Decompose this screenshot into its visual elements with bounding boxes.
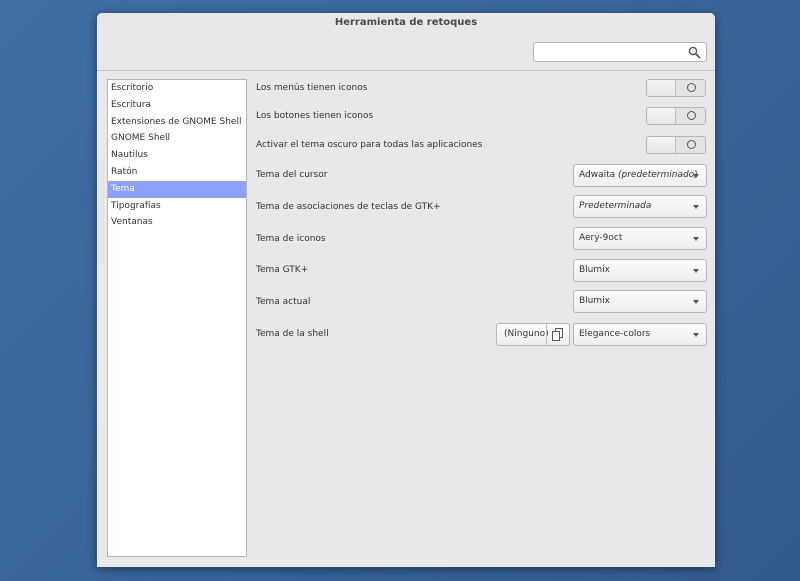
buttons-icons-switch[interactable] bbox=[646, 107, 706, 125]
shell-theme-none-group: (Ninguno) bbox=[496, 323, 570, 346]
keys-theme-combo[interactable]: Predeterminada bbox=[573, 195, 707, 218]
header-bar: Herramienta de retoques bbox=[97, 13, 715, 71]
menus-icons-switch[interactable] bbox=[646, 79, 706, 97]
gtk-theme-label: Tema GTK+ bbox=[256, 265, 309, 275]
gtk-theme-combo[interactable]: Blumix bbox=[573, 259, 707, 282]
category-sidebar: Escritorio Escritura Extensiones de GNOM… bbox=[107, 79, 247, 557]
tweak-tool-window: Herramienta de retoques Escritorio Escri… bbox=[97, 13, 715, 567]
chevron-down-icon bbox=[693, 174, 699, 178]
search-field[interactable] bbox=[533, 42, 707, 62]
shell-theme-none-label: (Ninguno) bbox=[504, 329, 549, 339]
search-icon[interactable] bbox=[688, 46, 701, 59]
shell-theme-label: Tema de la shell bbox=[256, 329, 329, 339]
chevron-down-icon bbox=[693, 300, 699, 304]
document-open-icon bbox=[552, 328, 563, 341]
sidebar-item-escritorio[interactable]: Escritorio bbox=[108, 80, 246, 97]
sidebar-item-raton[interactable]: Ratón bbox=[108, 164, 246, 181]
current-theme-combo[interactable]: Blumix bbox=[573, 290, 707, 313]
keys-theme-value: Predeterminada bbox=[579, 201, 652, 211]
dark-theme-label: Activar el tema oscuro para todas las ap… bbox=[256, 140, 483, 150]
current-theme-label: Tema actual bbox=[256, 297, 311, 307]
cursor-theme-value: Adwaita bbox=[579, 170, 618, 180]
sidebar-item-escritura[interactable]: Escritura bbox=[108, 97, 246, 114]
icon-theme-combo[interactable]: Aery-9oct bbox=[573, 227, 707, 250]
search-input[interactable] bbox=[538, 45, 686, 59]
switch-off-icon bbox=[687, 83, 696, 92]
keys-theme-label: Tema de asociaciones de teclas de GTK+ bbox=[256, 202, 441, 212]
menus-icons-label: Los menús tienen iconos bbox=[256, 83, 368, 93]
sidebar-item-ventanas[interactable]: Ventanas bbox=[108, 214, 246, 231]
sidebar-item-gnome-shell[interactable]: GNOME Shell bbox=[108, 130, 246, 147]
cursor-theme-default-note: (predeterminado) bbox=[618, 170, 698, 180]
chevron-down-icon bbox=[693, 333, 699, 337]
chevron-down-icon bbox=[693, 205, 699, 209]
sidebar-item-extensiones[interactable]: Extensiones de GNOME Shell bbox=[108, 114, 246, 131]
dark-theme-switch[interactable] bbox=[646, 136, 706, 154]
window-title: Herramienta de retoques bbox=[334, 17, 478, 28]
buttons-icons-label: Los botones tienen iconos bbox=[256, 111, 374, 121]
switch-off-icon bbox=[687, 111, 696, 120]
sidebar-item-tipografias[interactable]: Tipografías bbox=[108, 198, 246, 215]
shell-theme-value: Elegance-colors bbox=[579, 329, 651, 339]
sidebar-item-tema[interactable]: Tema bbox=[108, 180, 246, 198]
current-theme-value: Blumix bbox=[579, 296, 610, 306]
chevron-down-icon bbox=[693, 237, 699, 241]
cursor-theme-label: Tema del cursor bbox=[256, 170, 328, 180]
gtk-theme-value: Blumix bbox=[579, 265, 610, 275]
icon-theme-label: Tema de iconos bbox=[256, 234, 326, 244]
icon-theme-value: Aery-9oct bbox=[579, 233, 623, 243]
cursor-theme-combo[interactable]: Adwaita (predeterminado) bbox=[573, 164, 707, 187]
sidebar-item-nautilus[interactable]: Nautilus bbox=[108, 147, 246, 164]
shell-theme-file-button[interactable] bbox=[546, 324, 569, 345]
shell-theme-combo[interactable]: Elegance-colors bbox=[573, 323, 707, 346]
switch-off-icon bbox=[687, 140, 696, 149]
chevron-down-icon bbox=[693, 269, 699, 273]
